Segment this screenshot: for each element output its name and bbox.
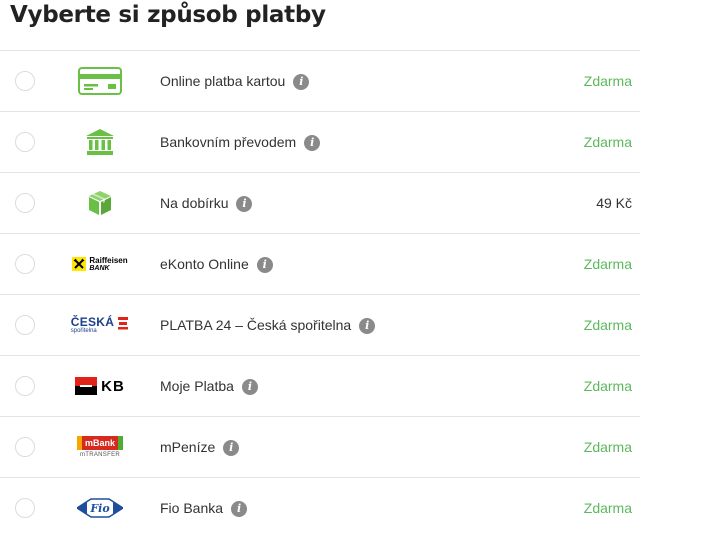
info-icon[interactable]: i (241, 379, 258, 395)
info-icon[interactable]: i (223, 440, 240, 456)
ceska-sporitelna-logo: ČESKÁ spořitelna (66, 307, 134, 343)
info-icon[interactable]: i (231, 501, 248, 517)
package-box-icon (66, 185, 134, 221)
payment-option-bank-transfer[interactable]: Bankovním převodem i Zdarma (0, 111, 640, 172)
radio-button[interactable] (15, 132, 35, 152)
payment-option-mpenize[interactable]: mBank mTRANSFER mPeníze i Zdarma (0, 416, 640, 477)
payment-option-label: eKonto Online (160, 256, 249, 272)
info-icon[interactable]: i (236, 196, 253, 212)
page-title: Vyberte si způsob platby (10, 2, 326, 28)
payment-option-label: Na dobírku (160, 195, 229, 211)
payment-option-label: PLATBA 24 – Česká spořitelna (160, 317, 352, 333)
payment-option-label: Online platba kartou (160, 73, 286, 89)
info-icon[interactable]: i (293, 74, 310, 90)
payment-option-label: mPeníze (160, 439, 216, 455)
payment-option-cash-on-delivery[interactable]: Na dobírku i 49 Kč (0, 172, 640, 233)
bank-building-icon (66, 124, 134, 160)
payment-option-card[interactable]: Online platba kartou i Zdarma (0, 50, 640, 111)
payment-option-platba24[interactable]: ČESKÁ spořitelna PLATBA 24 – Česká spoři… (0, 294, 640, 355)
komercni-banka-logo: KB (66, 368, 134, 404)
radio-button[interactable] (15, 254, 35, 274)
fio-banka-logo: Fio (66, 490, 134, 526)
payment-option-price: Zdarma (583, 73, 632, 89)
payment-option-label: Moje Platba (160, 378, 234, 394)
payment-option-label: Bankovním převodem (160, 134, 297, 150)
payment-option-price: Zdarma (583, 378, 632, 394)
radio-button[interactable] (15, 376, 35, 396)
info-icon[interactable]: i (256, 257, 273, 273)
payment-option-price: Zdarma (583, 134, 632, 150)
payment-option-price: 49 Kč (596, 195, 632, 211)
payment-option-ekonto[interactable]: Raiffeisen BANK eKonto Online i Zdarma (0, 233, 640, 294)
payment-option-price: Zdarma (583, 256, 632, 272)
mbank-logo: mBank mTRANSFER (66, 429, 134, 465)
payment-option-price: Zdarma (583, 500, 632, 516)
radio-button[interactable] (15, 71, 35, 91)
radio-button[interactable] (15, 193, 35, 213)
radio-button[interactable] (15, 315, 35, 335)
credit-card-icon (66, 63, 134, 99)
info-icon[interactable]: i (304, 135, 321, 151)
payment-option-price: Zdarma (583, 317, 632, 333)
info-icon[interactable]: i (359, 318, 376, 334)
payment-option-label: Fio Banka (160, 500, 224, 516)
raiffeisen-bank-logo: Raiffeisen BANK (66, 246, 134, 282)
payment-option-price: Zdarma (583, 439, 632, 455)
radio-button[interactable] (15, 437, 35, 457)
radio-button[interactable] (15, 498, 35, 518)
payment-option-moje-platba[interactable]: KB Moje Platba i Zdarma (0, 355, 640, 416)
payment-method-list: Online platba kartou i Zdarma Bankovním … (0, 50, 640, 538)
